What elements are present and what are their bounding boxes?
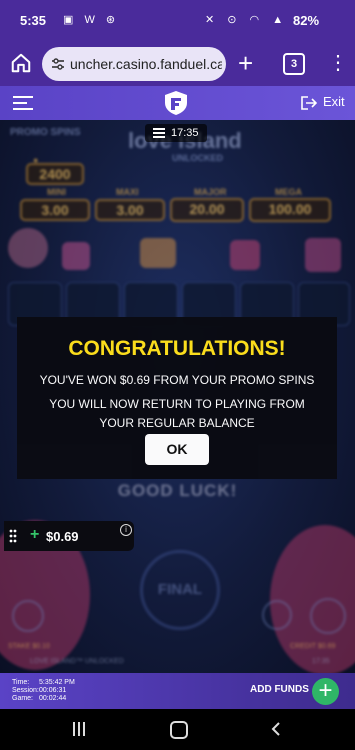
- character-portrait: [8, 228, 48, 268]
- game-info-button: [262, 600, 292, 630]
- status-right-icons: ✕ ⊙ ◠ ▲: [205, 14, 289, 26]
- game-menu-button: [12, 600, 44, 632]
- jackpot-value-mega: 100.00: [249, 198, 331, 222]
- session-value: 00:06:31: [39, 687, 67, 694]
- exit-icon: [301, 95, 318, 110]
- flower-decoration: [270, 525, 355, 673]
- home-button-icon[interactable]: [170, 721, 188, 739]
- jackpot-label-maxi: MAXI: [116, 187, 139, 197]
- game-value: 00:02:44: [39, 695, 67, 702]
- new-tab-icon[interactable]: +: [238, 48, 253, 78]
- congratulations-dialog: CONGRATULATIONS! YOU'VE WON $0.69 FROM Y…: [17, 317, 337, 479]
- balance-amount: $0.69: [46, 529, 79, 544]
- menu-icon: [153, 128, 165, 138]
- jackpot-value-mini: 3.00: [20, 199, 90, 221]
- symbol-slot: [230, 240, 260, 270]
- in-game-clock[interactable]: 17:35: [145, 124, 207, 142]
- app-header: Exit: [0, 86, 355, 120]
- exit-label: Exit: [323, 94, 345, 109]
- browser-toolbar: uncher.casino.fanduel.ca + 3 ⋮: [0, 42, 355, 86]
- system-nav-bar: [0, 709, 355, 750]
- info-icon[interactable]: i: [120, 524, 132, 536]
- site-settings-icon[interactable]: [50, 56, 66, 72]
- credit-label: CREDIT $0.69: [290, 643, 336, 650]
- status-left-icons: ▣ W ⊛: [63, 14, 120, 26]
- ok-button[interactable]: OK: [145, 434, 209, 465]
- time-label: Time:: [12, 679, 30, 686]
- add-funds-label[interactable]: ADD FUNDS: [250, 684, 309, 695]
- clock-time: 17:35: [171, 127, 199, 139]
- counter-box: 2400: [26, 163, 84, 185]
- jackpot-value-major: 20.00: [170, 198, 244, 222]
- address-bar[interactable]: uncher.casino.fanduel.ca: [42, 47, 226, 81]
- game-label: Game:: [12, 695, 34, 702]
- back-icon[interactable]: [271, 722, 281, 736]
- status-bar: 5:35 ▣ W ⊛ ✕ ⊙ ◠ ▲ 82%: [0, 0, 355, 42]
- autoplay-button: [310, 598, 346, 634]
- home-icon[interactable]: [10, 52, 32, 74]
- add-funds-plus-icon[interactable]: +: [312, 678, 339, 705]
- exit-button[interactable]: Exit: [301, 94, 345, 110]
- session-stats: Time: 5:35:42 PM Session:00:06:31 Game: 00…: [12, 679, 75, 703]
- fanduel-shield-logo[interactable]: [163, 90, 189, 116]
- hamburger-menu-icon[interactable]: [13, 96, 33, 110]
- symbol-slot: [305, 238, 341, 272]
- good-luck-banner: GOOD LUCK!: [117, 481, 238, 500]
- status-time: 5:35: [20, 13, 47, 28]
- recents-icon[interactable]: [72, 722, 86, 736]
- tab-count-button[interactable]: 3: [283, 53, 305, 75]
- game-footer-time: 17:35: [312, 658, 330, 665]
- unlocked-label: UNLOCKED: [172, 153, 223, 163]
- final-spin-button: FINAL: [140, 550, 220, 630]
- more-menu-icon[interactable]: ⋮: [328, 51, 348, 75]
- stake-label: STAKE $0.10: [8, 643, 50, 650]
- session-footer: Time: 5:35:42 PM Session:00:06:31 Game: 00…: [0, 673, 355, 709]
- session-label: Session:: [12, 687, 39, 694]
- symbol-slot: [140, 238, 176, 268]
- jackpot-value-maxi: 3.00: [95, 199, 165, 221]
- symbol-slot: [62, 242, 90, 270]
- promo-spins-label: PROMO SPINS: [10, 127, 81, 138]
- balance-widget[interactable]: + $0.69 i: [4, 521, 134, 551]
- jackpot-label-mini: MINI: [47, 187, 66, 197]
- dialog-message-return: YOU WILL NOW RETURN TO PLAYING FROM YOUR…: [49, 397, 305, 430]
- dialog-title: CONGRATULATIONS!: [68, 337, 286, 360]
- plus-icon: +: [30, 526, 40, 543]
- jackpot-label-major: MAJOR: [194, 187, 227, 197]
- url-text: uncher.casino.fanduel.ca: [70, 56, 222, 72]
- dialog-message-win: YOU'VE WON $0.69 FROM YOUR PROMO SPINS: [39, 373, 315, 387]
- battery-level: 82%: [293, 13, 320, 28]
- jackpot-label-mega: MEGA: [275, 187, 302, 197]
- game-footer-title: LOVE ISLAND™ UNLOCKED: [30, 658, 124, 665]
- drag-handle-icon[interactable]: [9, 529, 17, 543]
- time-value: 5:35:42 PM: [39, 679, 75, 686]
